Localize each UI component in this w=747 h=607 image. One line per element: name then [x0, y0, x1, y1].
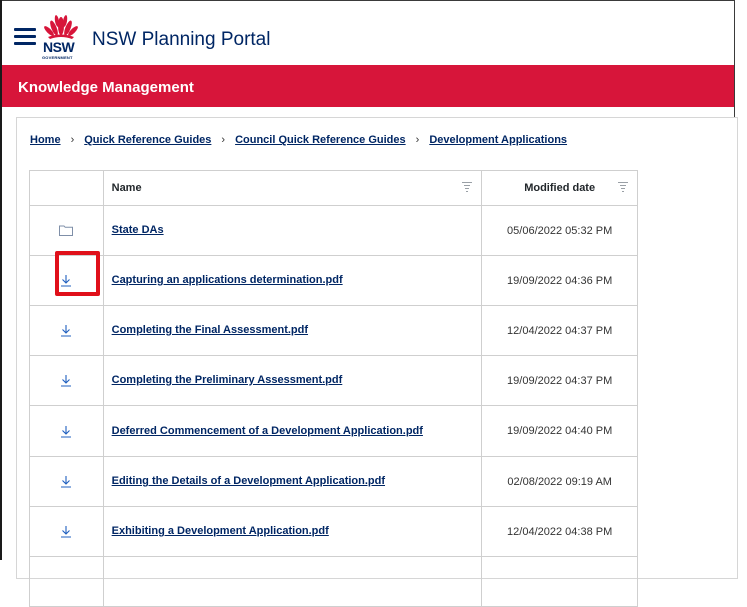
file-link[interactable]: Completing the Final Assessment.pdf	[112, 324, 308, 336]
folder-link[interactable]: State DAs	[112, 224, 164, 236]
table-row: Exhibiting a Development Application.pdf…	[29, 506, 638, 557]
table-row	[29, 556, 638, 607]
breadcrumb-development-applications[interactable]: Development Applications	[429, 134, 567, 146]
row-icon-cell	[29, 405, 104, 457]
chevron-right-icon: ›	[70, 134, 75, 146]
row-modified-date: 19/09/2022 04:36 PM	[481, 255, 638, 306]
row-name-cell: Exhibiting a Development Application.pdf	[102, 506, 483, 557]
breadcrumb: Home › Quick Reference Guides › Council Quic…	[30, 134, 567, 146]
column-header-name[interactable]: Name	[102, 170, 483, 206]
row-name-cell: Completing the Preliminary Assessment.pd…	[102, 355, 483, 406]
row-modified-date: 05/06/2022 05:32 PM	[481, 205, 638, 256]
download-icon[interactable]	[60, 475, 72, 488]
row-icon-cell	[29, 255, 104, 306]
row-modified-date: 19/09/2022 04:40 PM	[481, 405, 638, 457]
table-header-row: Name Modified date	[29, 170, 638, 206]
row-name-cell: Deferred Commencement of a Development A…	[102, 405, 483, 457]
hamburger-menu-icon[interactable]	[14, 28, 36, 45]
waratah-icon	[44, 15, 78, 39]
row-name-cell: Completing the Final Assessment.pdf	[102, 305, 483, 356]
row-modified-date: 02/08/2022 09:19 AM	[481, 456, 638, 507]
chevron-right-icon: ›	[415, 134, 420, 146]
row-icon-cell	[29, 556, 104, 607]
filter-icon[interactable]	[462, 182, 473, 192]
download-icon[interactable]	[60, 374, 72, 387]
chevron-right-icon: ›	[221, 134, 226, 146]
banner-title: Knowledge Management	[18, 79, 194, 96]
row-modified-date: 12/04/2022 04:37 PM	[481, 305, 638, 356]
table-row: Editing the Details of a Development App…	[29, 456, 638, 507]
row-icon-cell	[29, 506, 104, 557]
filter-icon[interactable]	[618, 182, 628, 192]
column-header-name-label: Name	[111, 182, 142, 194]
row-icon-cell	[29, 355, 104, 406]
table-row: Completing the Preliminary Assessment.pd…	[29, 355, 638, 406]
logo-wordmark: NSW	[43, 39, 75, 55]
row-name-cell: Capturing an applications determination.…	[102, 255, 483, 306]
row-icon-cell	[29, 456, 104, 507]
download-icon[interactable]	[60, 324, 72, 337]
row-icon-cell	[29, 305, 104, 356]
download-icon[interactable]	[60, 274, 72, 287]
row-icon-cell	[29, 205, 104, 256]
section-banner: Knowledge Management	[2, 65, 734, 107]
column-header-modified-label: Modified date	[524, 182, 596, 194]
row-name-cell: State DAs	[102, 205, 483, 256]
site-header: NSW GOVERNMENT NSW Planning Portal	[2, 1, 734, 65]
row-name-cell	[102, 556, 483, 607]
documents-table: Name Modified date State DAs 05/06/2022 …	[29, 170, 638, 607]
table-row: Completing the Final Assessment.pdf 12/0…	[29, 305, 638, 356]
download-icon[interactable]	[60, 425, 72, 438]
column-header-modified[interactable]: Modified date	[481, 170, 638, 206]
logo-subtext: GOVERNMENT	[42, 55, 73, 60]
file-link[interactable]: Completing the Preliminary Assessment.pd…	[112, 374, 343, 386]
table-row: Deferred Commencement of a Development A…	[29, 405, 638, 457]
portal-title[interactable]: NSW Planning Portal	[92, 29, 270, 51]
table-row: Capturing an applications determination.…	[29, 255, 638, 306]
column-header-type	[29, 170, 104, 206]
file-link[interactable]: Editing the Details of a Development App…	[112, 475, 385, 487]
row-name-cell: Editing the Details of a Development App…	[102, 456, 483, 507]
row-modified-date	[481, 556, 638, 607]
file-link[interactable]: Capturing an applications determination.…	[112, 274, 343, 286]
file-link[interactable]: Exhibiting a Development Application.pdf	[112, 525, 329, 537]
table-row: State DAs 05/06/2022 05:32 PM	[29, 205, 638, 256]
breadcrumb-home[interactable]: Home	[30, 134, 61, 146]
nsw-government-logo[interactable]: NSW GOVERNMENT	[42, 12, 80, 62]
folder-icon	[59, 225, 74, 237]
row-modified-date: 12/04/2022 04:38 PM	[481, 506, 638, 557]
breadcrumb-quick-reference-guides[interactable]: Quick Reference Guides	[84, 134, 211, 146]
file-link[interactable]: Deferred Commencement of a Development A…	[112, 425, 423, 437]
download-icon[interactable]	[60, 525, 72, 538]
row-modified-date: 19/09/2022 04:37 PM	[481, 355, 638, 406]
breadcrumb-council-quick-reference-guides[interactable]: Council Quick Reference Guides	[235, 134, 406, 146]
